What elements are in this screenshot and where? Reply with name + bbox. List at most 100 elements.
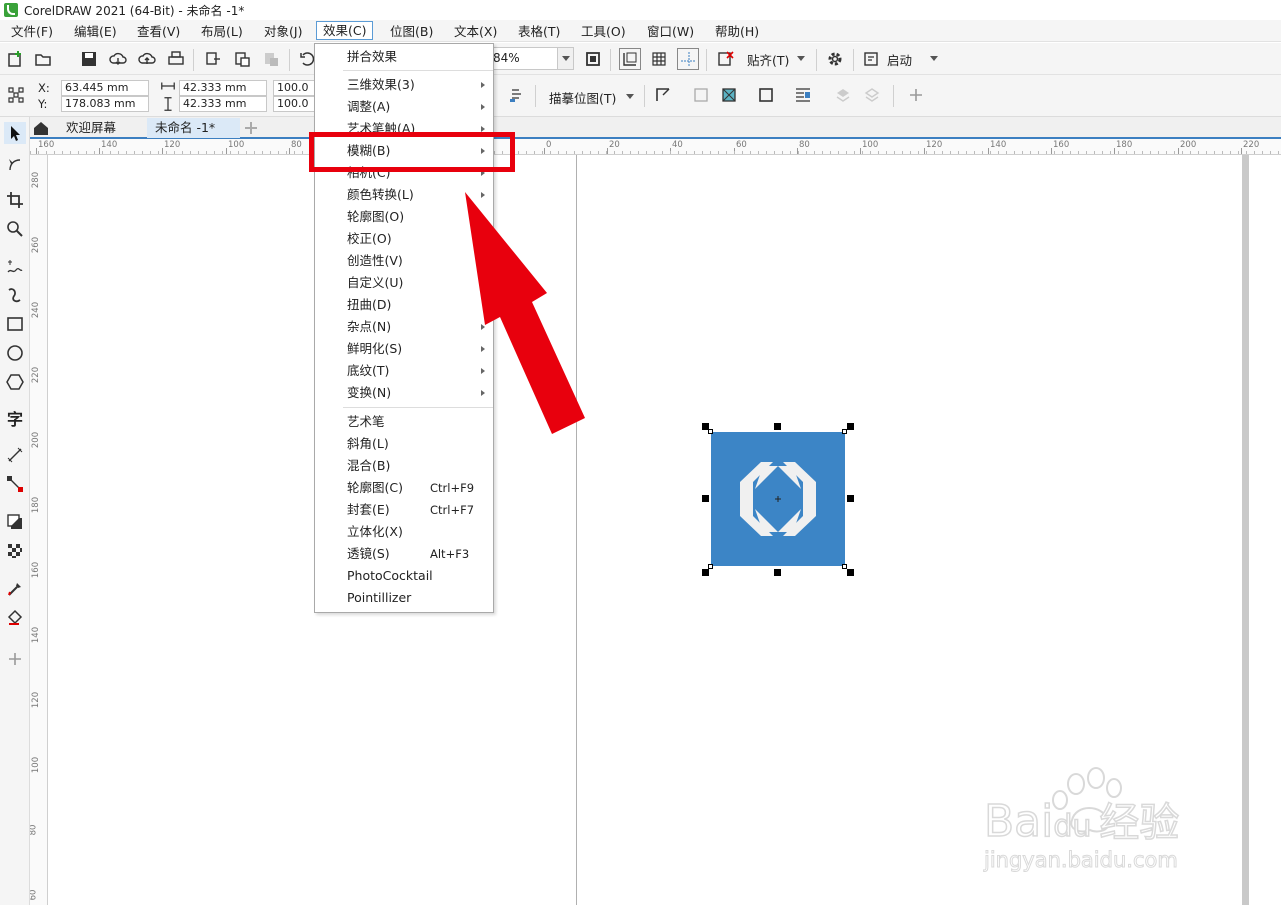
resize-handle-top-right[interactable]: [847, 423, 854, 430]
ellipse-tool-icon[interactable]: [4, 342, 26, 364]
layer-down-icon[interactable]: [861, 84, 883, 106]
layer-up-icon[interactable]: [832, 84, 854, 106]
chevron-down-icon[interactable]: [626, 94, 634, 99]
height-field[interactable]: 42.333 mm: [179, 96, 267, 112]
resize-handle-left[interactable]: [702, 495, 709, 502]
y-position-field[interactable]: 178.083 mm: [61, 96, 149, 112]
highlight-box: [309, 132, 515, 172]
crop-bitmap-icon[interactable]: [652, 84, 674, 106]
scale-y-field[interactable]: 100.0: [273, 96, 315, 112]
grid-icon[interactable]: [648, 48, 670, 70]
transparency-tool-icon[interactable]: [4, 540, 26, 562]
add-icon[interactable]: [905, 84, 927, 106]
shape-tool-icon[interactable]: [4, 154, 26, 176]
menu-window[interactable]: 窗口(W): [641, 22, 700, 41]
connector-tool-icon[interactable]: [4, 473, 26, 495]
print-icon[interactable]: [165, 48, 187, 70]
chevron-down-icon[interactable]: [930, 56, 938, 61]
bitmap-edit-icon[interactable]: [505, 84, 527, 106]
new-tab-icon[interactable]: [242, 118, 260, 138]
menu-table[interactable]: 表格(T): [512, 22, 566, 41]
menu-help[interactable]: 帮助(H): [709, 22, 765, 41]
node-handle[interactable]: [842, 564, 847, 569]
cloud-upload-icon[interactable]: [136, 48, 158, 70]
ruler-tick-label: 0: [546, 140, 552, 150]
cloud-download-icon[interactable]: [107, 48, 129, 70]
menu-effects[interactable]: 效果(C): [316, 21, 374, 40]
chevron-down-icon[interactable]: [557, 48, 573, 69]
resize-handle-right[interactable]: [847, 495, 854, 502]
width-field[interactable]: 42.333 mm: [179, 80, 267, 96]
menu-tools[interactable]: 工具(O): [575, 22, 632, 41]
watermark-brand: Bai: [983, 795, 1054, 848]
menu-text[interactable]: 文本(X): [448, 22, 503, 41]
freehand-tool-icon[interactable]: [4, 256, 26, 278]
rulers-toggle-icon[interactable]: [619, 48, 641, 70]
interactive-fill-tool-icon[interactable]: [4, 607, 26, 629]
effects-menu-item[interactable]: 透镜(S) Alt+F3: [315, 543, 493, 565]
ruler-tick-label: 180: [31, 496, 42, 514]
tab-welcome-screen[interactable]: 欢迎屏幕: [58, 118, 124, 138]
export-icon[interactable]: [231, 48, 253, 70]
text-wrap-icon[interactable]: [792, 84, 814, 106]
resample-icon[interactable]: [690, 84, 712, 106]
add-tool-icon[interactable]: [4, 648, 26, 670]
snap-off-icon[interactable]: [714, 48, 736, 70]
frame-icon[interactable]: [755, 84, 777, 106]
pick-tool-icon[interactable]: [4, 122, 26, 144]
effects-menu-item[interactable]: PhotoCocktail: [315, 565, 493, 587]
eyedropper-tool-icon[interactable]: [4, 578, 26, 600]
tab-untitled-document[interactable]: 未命名 -1*: [147, 118, 240, 138]
resize-handle-bottom[interactable]: [774, 569, 781, 576]
menu-edit[interactable]: 编辑(E): [68, 22, 123, 41]
gear-icon[interactable]: [824, 48, 846, 70]
x-position-field[interactable]: 63.445 mm: [61, 80, 149, 96]
text-tool-icon[interactable]: 字: [4, 407, 26, 429]
drop-shadow-tool-icon[interactable]: [4, 511, 26, 533]
scale-x-field[interactable]: 100.0: [273, 80, 315, 96]
menu-layout[interactable]: 布局(L): [195, 22, 249, 41]
polygon-tool-icon[interactable]: [4, 371, 26, 393]
menu-file[interactable]: 文件(F): [5, 22, 59, 41]
zoom-to-page-icon[interactable]: [582, 48, 604, 70]
paste-icon[interactable]: [260, 48, 282, 70]
save-icon[interactable]: [78, 48, 100, 70]
home-icon[interactable]: [32, 118, 50, 138]
effects-menu-item[interactable]: 调整(A): [315, 96, 493, 118]
chevron-down-icon[interactable]: [797, 56, 805, 61]
effects-menu-item[interactable]: 立体化(X): [315, 521, 493, 543]
object-origin-icon[interactable]: [5, 84, 27, 106]
menu-view[interactable]: 查看(V): [131, 22, 186, 41]
open-folder-icon[interactable]: [32, 48, 54, 70]
effects-menu-item[interactable]: Pointillizer: [315, 587, 493, 609]
menu-item-label: 底纹(T): [347, 363, 390, 378]
crop-tool-icon[interactable]: [4, 189, 26, 211]
effects-menu-item[interactable]: 混合(B): [315, 455, 493, 477]
guidelines-icon[interactable]: [677, 48, 699, 70]
menu-object[interactable]: 对象(J): [258, 22, 308, 41]
effects-menu-item[interactable]: 轮廓图(C) Ctrl+F9: [315, 477, 493, 499]
artistic-media-tool-icon[interactable]: [4, 284, 26, 306]
launch-icon[interactable]: [860, 48, 882, 70]
resize-handle-bottom-right[interactable]: [847, 569, 854, 576]
effects-menu-item[interactable]: 三维效果(3): [315, 74, 493, 96]
effects-menu-item[interactable]: 拼合效果: [315, 46, 493, 68]
snap-to-label[interactable]: 贴齐(T): [747, 50, 789, 69]
node-handle[interactable]: [708, 429, 713, 434]
zoom-level-combo[interactable]: 84%: [486, 47, 574, 70]
trace-bitmap-label[interactable]: 描摹位图(T): [549, 88, 616, 107]
node-handle[interactable]: [842, 429, 847, 434]
selected-bitmap-object[interactable]: [711, 432, 845, 566]
new-document-icon[interactable]: [4, 48, 26, 70]
parallel-dimension-tool-icon[interactable]: [4, 444, 26, 466]
menu-bitmap[interactable]: 位图(B): [384, 22, 439, 41]
effects-menu-item[interactable]: 封套(E) Ctrl+F7: [315, 499, 493, 521]
bitmap-mask-icon[interactable]: [718, 84, 740, 106]
zoom-tool-icon[interactable]: [4, 218, 26, 240]
import-icon[interactable]: [202, 48, 224, 70]
resize-handle-bottom-left[interactable]: [702, 569, 709, 576]
launch-label[interactable]: 启动: [887, 50, 912, 69]
node-handle[interactable]: [708, 564, 713, 569]
rectangle-tool-icon[interactable]: [4, 313, 26, 335]
resize-handle-top[interactable]: [774, 423, 781, 430]
